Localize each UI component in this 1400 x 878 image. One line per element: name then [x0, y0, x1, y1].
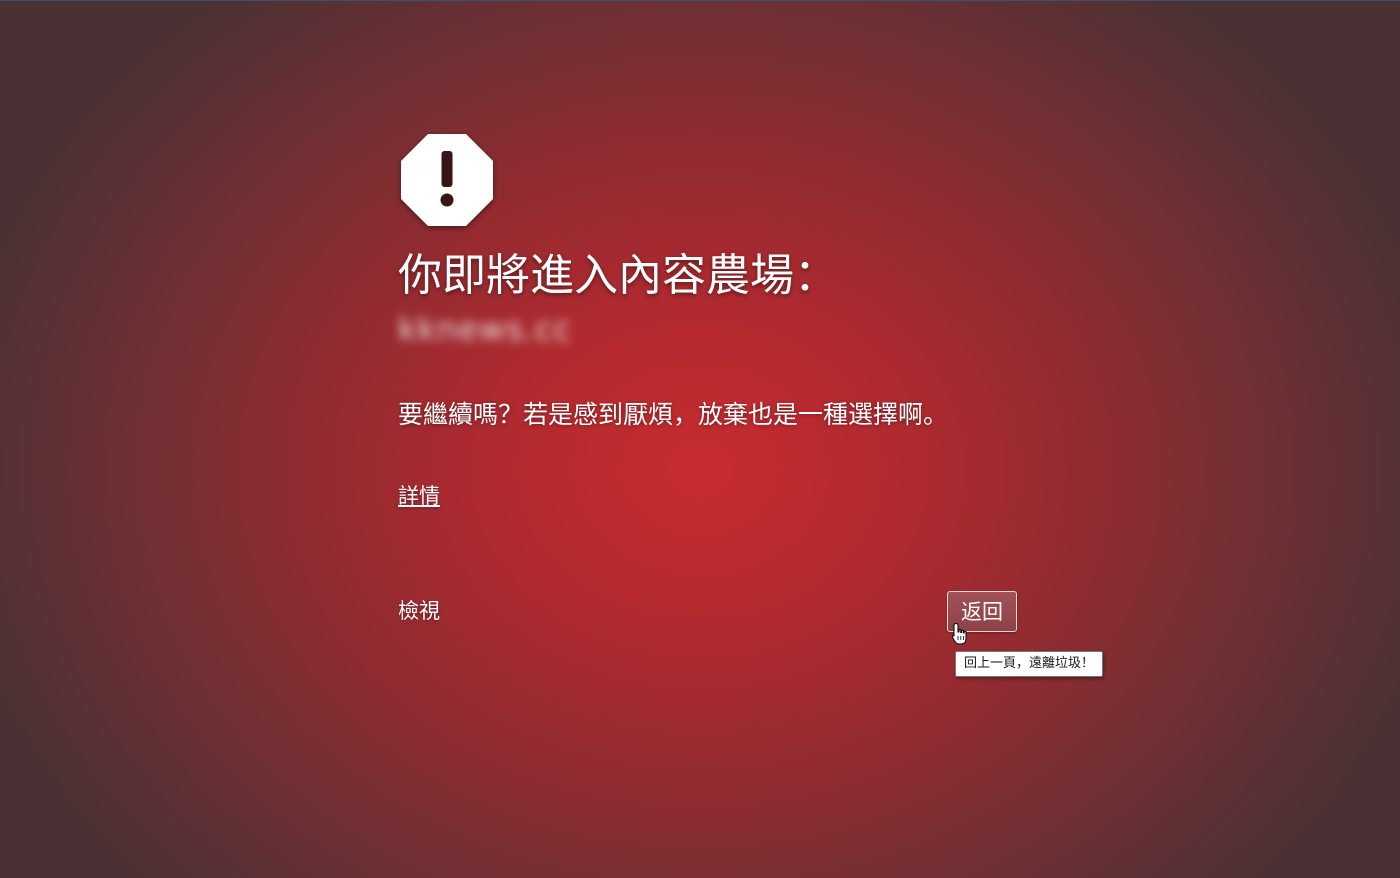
- page-title: 你即將進入內容農場：: [398, 250, 838, 301]
- view-link[interactable]: 檢視: [398, 597, 440, 625]
- blocked-domain: kknews.cc: [398, 310, 573, 348]
- back-button-tooltip: 回上一頁，遠離垃圾！: [955, 651, 1104, 677]
- warning-icon: [401, 134, 493, 226]
- top-border: [0, 0, 1400, 1]
- hand-cursor-icon: [951, 622, 967, 645]
- details-link[interactable]: 詳情: [398, 482, 440, 510]
- warning-message: 要繼續嗎？若是感到厭煩，放棄也是一種選擇啊。: [398, 400, 949, 429]
